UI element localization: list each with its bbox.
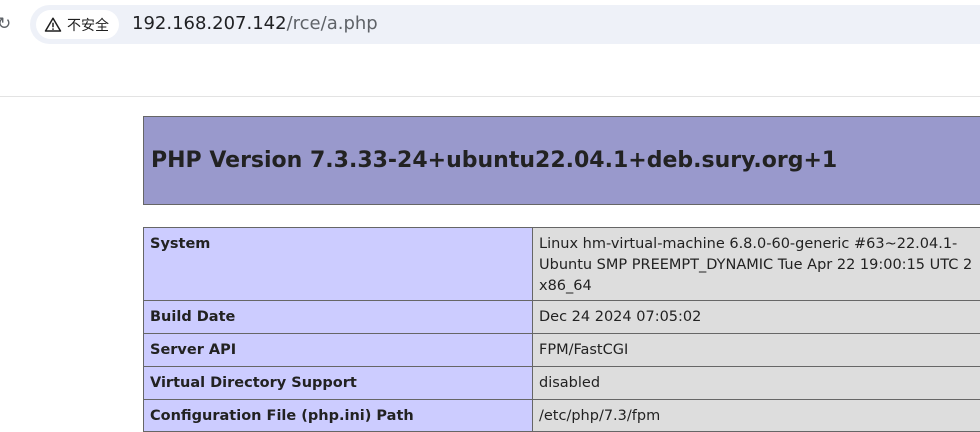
table-row: Virtual Directory Support disabled bbox=[144, 367, 980, 400]
table-row: System Linux hm-virtual-machine 6.8.0-60… bbox=[144, 228, 980, 301]
url-path: /rce/a.php bbox=[287, 13, 378, 34]
row-key-virtual-directory-support: Virtual Directory Support bbox=[144, 367, 533, 400]
address-bar[interactable]: 不安全 192.168.207.142/rce/a.php bbox=[30, 5, 980, 44]
phpinfo-content: PHP Version 7.3.33-24+ubuntu22.04.1+deb.… bbox=[143, 116, 980, 432]
security-label: 不安全 bbox=[67, 15, 109, 35]
table-row: Build Date Dec 24 2024 07:05:02 bbox=[144, 301, 980, 334]
page-title: PHP Version 7.3.33-24+ubuntu22.04.1+deb.… bbox=[151, 148, 837, 173]
browser-toolbar: ↻ 不安全 192.168.207.142/rce/a.php bbox=[0, 0, 980, 97]
row-key-build-date: Build Date bbox=[144, 301, 533, 334]
url-host: 192.168.207.142 bbox=[132, 13, 287, 34]
table-row: Server API FPM/FastCGI bbox=[144, 334, 980, 367]
info-table: System Linux hm-virtual-machine 6.8.0-60… bbox=[143, 227, 980, 432]
row-key-config-file-path: Configuration File (php.ini) Path bbox=[144, 400, 533, 432]
row-value-server-api: FPM/FastCGI bbox=[533, 334, 980, 367]
reload-icon[interactable]: ↻ bbox=[0, 14, 11, 34]
security-indicator[interactable]: 不安全 bbox=[36, 10, 119, 39]
phpinfo-header: PHP Version 7.3.33-24+ubuntu22.04.1+deb.… bbox=[143, 116, 980, 205]
row-value-system: Linux hm-virtual-machine 6.8.0-60-generi… bbox=[533, 228, 980, 301]
warning-icon bbox=[44, 16, 62, 34]
url-text[interactable]: 192.168.207.142/rce/a.php bbox=[132, 13, 378, 34]
row-value-virtual-directory-support: disabled bbox=[533, 367, 980, 400]
row-value-config-file-path: /etc/php/7.3/fpm bbox=[533, 400, 980, 432]
table-row: Configuration File (php.ini) Path /etc/p… bbox=[144, 400, 980, 432]
row-value-build-date: Dec 24 2024 07:05:02 bbox=[533, 301, 980, 334]
row-key-server-api: Server API bbox=[144, 334, 533, 367]
row-key-system: System bbox=[144, 228, 533, 301]
